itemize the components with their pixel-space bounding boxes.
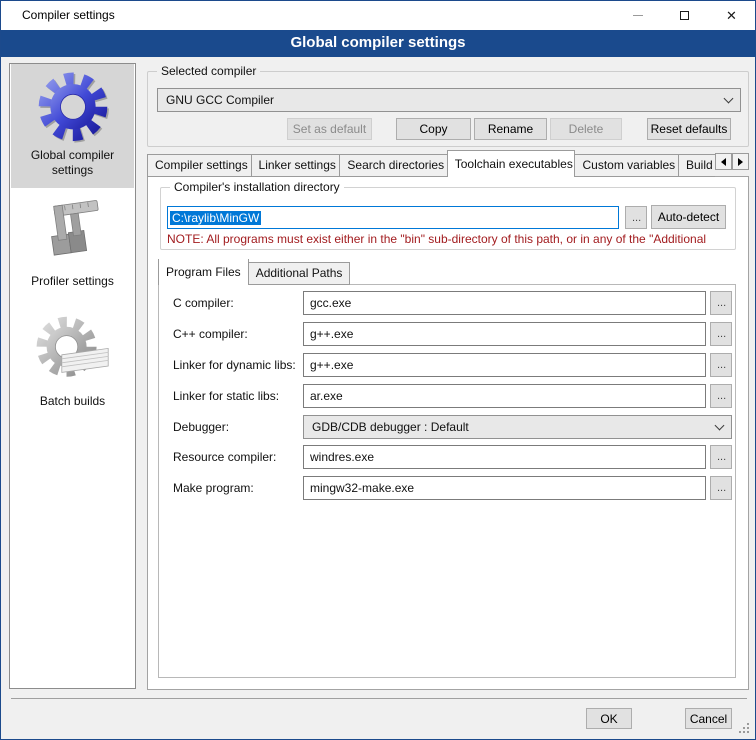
resource-compiler-input[interactable] [303,445,706,469]
installation-directory-group: Compiler's installation directory C:\ray… [160,187,736,250]
cpp-compiler-input[interactable] [303,322,706,346]
field-label: Make program: [173,476,254,500]
settings-category-list: Global compiler settings Profiler settin… [9,63,136,689]
field-row-debugger: Debugger: GDB/CDB debugger : Default [159,415,735,439]
copy-button[interactable]: Copy [396,118,471,140]
installation-directory-value: C:\raylib\MinGW [170,211,261,225]
field-label: C compiler: [173,291,234,315]
set-as-default-button: Set as default [287,118,372,140]
window-controls: ✕ [614,1,755,30]
field-label: Linker for dynamic libs: [173,353,296,377]
field-row-make-program: Make program: ... [159,476,735,500]
maximize-button[interactable] [661,1,708,30]
reset-defaults-button[interactable]: Reset defaults [647,118,731,140]
make-program-browse-button[interactable]: ... [710,476,732,500]
cpp-compiler-browse-button[interactable]: ... [710,322,732,346]
sidebar-item-profiler-settings[interactable]: Profiler settings [11,192,134,294]
caliper-icon [34,192,112,272]
program-files-page: C compiler: ... C++ compiler: ... Linker… [158,284,736,678]
linker-dynamic-input[interactable] [303,353,706,377]
installation-directory-group-label: Compiler's installation directory [170,180,344,194]
sidebar-item-label: Batch builds [36,392,109,411]
sidebar-item-label: Profiler settings [27,272,118,291]
ok-button[interactable]: OK [586,708,632,729]
debugger-value: GDB/CDB debugger : Default [312,420,716,434]
delete-button: Delete [550,118,622,140]
make-program-input[interactable] [303,476,706,500]
titlebar: Compiler settings ✕ [1,1,755,30]
linker-dynamic-browse-button[interactable]: ... [710,353,732,377]
selected-compiler-select[interactable]: GNU GCC Compiler [157,88,741,112]
close-icon: ✕ [726,9,737,22]
minimize-icon [633,15,643,16]
tab-scroll-right-button[interactable] [732,153,749,170]
chevron-down-icon [724,93,734,103]
c-compiler-input[interactable] [303,291,706,315]
tab-custom-variables[interactable]: Custom variables [574,154,679,177]
linker-static-input[interactable] [303,384,706,408]
field-label: C++ compiler: [173,322,248,346]
field-label: Linker for static libs: [173,384,279,408]
resize-grip[interactable] [739,723,751,735]
field-row-linker-dynamic: Linker for dynamic libs: ... [159,353,735,377]
tab-additional-paths[interactable]: Additional Paths [248,262,351,285]
arrow-right-icon [738,158,743,166]
selected-compiler-group-label: Selected compiler [157,64,260,78]
field-label: Debugger: [173,415,229,439]
selected-compiler-group: Selected compiler GNU GCC Compiler Set a… [147,71,749,147]
tab-build-options[interactable]: Build [678,154,715,177]
window-title: Compiler settings [22,1,115,30]
sidebar-item-label: Global compiler settings [11,146,134,180]
tab-compiler-settings[interactable]: Compiler settings [147,154,252,177]
sidebar-item-global-compiler-settings[interactable]: Global compiler settings [11,64,134,188]
tab-program-files[interactable]: Program Files [158,259,249,285]
selected-compiler-value: GNU GCC Compiler [166,93,725,107]
field-row-c-compiler: C compiler: ... [159,291,735,315]
resource-compiler-browse-button[interactable]: ... [710,445,732,469]
tab-scroll-left-button[interactable] [715,153,732,170]
dialog-header: Global compiler settings [1,30,755,57]
sidebar-item-batch-builds[interactable]: Batch builds [11,308,134,416]
minimize-button[interactable] [614,1,661,30]
tab-toolchain-executables[interactable]: Toolchain executables [447,150,576,177]
maximize-icon [680,11,689,20]
rename-button[interactable]: Rename [474,118,547,140]
chevron-down-icon [715,420,725,430]
auto-detect-button[interactable]: Auto-detect [651,205,726,229]
bin-subdirectory-note: NOTE: All programs must exist either in … [167,232,733,246]
installation-directory-input[interactable]: C:\raylib\MinGW [167,206,619,229]
debugger-select[interactable]: GDB/CDB debugger : Default [303,415,732,439]
toolchain-executables-page: Compiler's installation directory C:\ray… [147,176,749,690]
field-label: Resource compiler: [173,445,276,469]
field-row-linker-static: Linker for static libs: ... [159,384,735,408]
field-row-resource-compiler: Resource compiler: ... [159,445,735,469]
field-row-cpp-compiler: C++ compiler: ... [159,322,735,346]
installation-directory-browse-button[interactable]: ... [625,206,647,229]
cancel-button[interactable]: Cancel [685,708,732,729]
arrow-left-icon [721,158,726,166]
blue-gear-icon [34,66,112,146]
main-tab-strip: Compiler settings Linker settings Search… [147,149,715,177]
footer-divider [11,698,747,699]
tab-linker-settings[interactable]: Linker settings [251,154,341,177]
close-button[interactable]: ✕ [708,1,755,30]
compiler-settings-window: Compiler settings ✕ Global compiler sett… [0,0,756,740]
c-compiler-browse-button[interactable]: ... [710,291,732,315]
sub-tab-strip: Program Files Additional Paths [158,259,458,285]
linker-static-browse-button[interactable]: ... [710,384,732,408]
tab-search-directories[interactable]: Search directories [339,154,447,177]
gray-gear-stack-icon [33,308,113,392]
